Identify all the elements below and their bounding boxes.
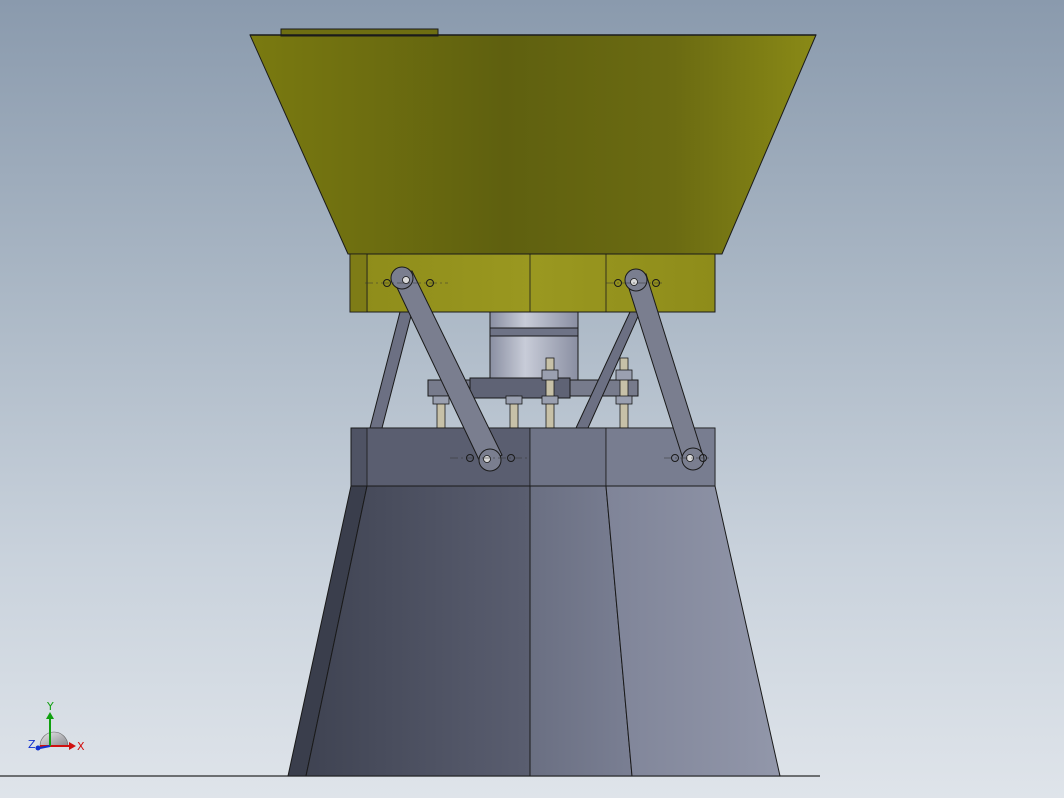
cad-viewport[interactable]: X Y Z (0, 0, 1064, 798)
model-canvas[interactable]: X Y Z (0, 0, 1064, 798)
axis-y-label: Y (46, 700, 54, 713)
base-frame[interactable] (287, 427, 781, 777)
reference-triad[interactable]: X Y Z (28, 700, 85, 753)
hopper[interactable] (249, 28, 817, 255)
axis-x-label: X (77, 740, 85, 753)
vibrator-motor[interactable] (489, 311, 579, 381)
axis-z-label: Z (28, 738, 36, 751)
